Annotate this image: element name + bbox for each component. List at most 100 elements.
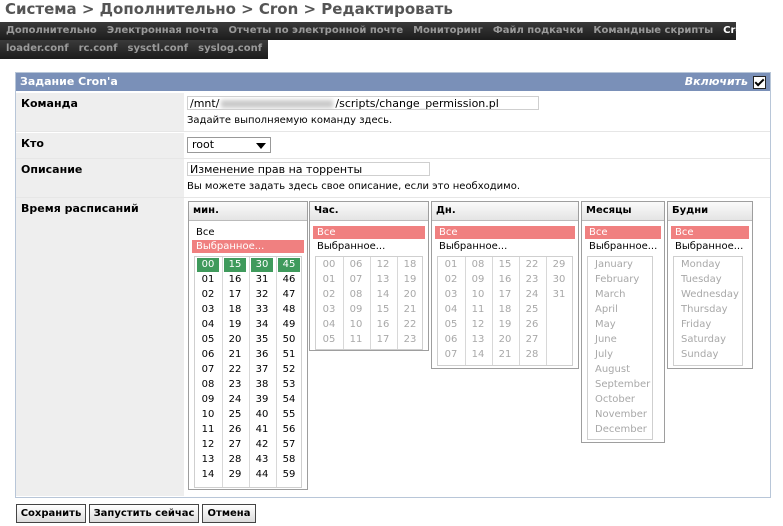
command-input[interactable]: /mnt/ /scripts/change_permission.pl xyxy=(187,96,539,110)
minutes-value-24[interactable]: 24 xyxy=(224,393,246,407)
tab-nav_row1-3[interactable]: Мониторинг xyxy=(407,22,483,40)
minutes-value-58[interactable]: 58 xyxy=(278,453,300,467)
minutes-option-selected[interactable]: Выбранное... xyxy=(192,240,304,253)
minutes-value-31[interactable]: 31 xyxy=(251,273,273,287)
days-value-22[interactable]: 22 xyxy=(521,258,543,272)
minutes-value-08[interactable]: 08 xyxy=(197,378,219,392)
minutes-value-40[interactable]: 40 xyxy=(251,408,273,422)
minutes-value-32[interactable]: 32 xyxy=(251,288,273,302)
minutes-value-30[interactable]: 30 xyxy=(251,258,273,272)
minutes-value-48[interactable]: 48 xyxy=(278,303,300,317)
days-option-selected[interactable]: Выбранное... xyxy=(435,240,575,253)
minutes-value-18[interactable]: 18 xyxy=(224,303,246,317)
who-select[interactable]: root xyxy=(187,137,271,153)
hours-value-15[interactable]: 15 xyxy=(372,303,394,317)
weekdays-item-4[interactable]: Friday xyxy=(674,317,742,332)
hours-value-19[interactable]: 19 xyxy=(399,273,421,287)
hours-value-23[interactable]: 23 xyxy=(399,333,421,347)
months-item-2[interactable]: March xyxy=(588,287,652,302)
days-value-10[interactable]: 10 xyxy=(467,288,489,302)
hours-option-selected[interactable]: Выбранное... xyxy=(313,240,425,253)
minutes-value-57[interactable]: 57 xyxy=(278,438,300,452)
months-option-selected[interactable]: Выбранное... xyxy=(585,240,661,253)
months-item-4[interactable]: May xyxy=(588,317,652,332)
days-value-06[interactable]: 06 xyxy=(440,333,462,347)
days-value-24[interactable]: 24 xyxy=(521,288,543,302)
days-option-all[interactable]: Все xyxy=(435,226,575,239)
days-value-19[interactable]: 19 xyxy=(494,318,516,332)
minutes-value-14[interactable]: 14 xyxy=(197,468,219,482)
days-value-14[interactable]: 14 xyxy=(467,348,489,362)
minutes-value-02[interactable]: 02 xyxy=(197,288,219,302)
tab-nav_row1-5[interactable]: Командные скрипты xyxy=(587,22,713,40)
hours-value-16[interactable]: 16 xyxy=(372,318,394,332)
minutes-value-12[interactable]: 12 xyxy=(197,438,219,452)
minutes-value-41[interactable]: 41 xyxy=(251,423,273,437)
hours-value-21[interactable]: 21 xyxy=(399,303,421,317)
months-item-5[interactable]: June xyxy=(588,332,652,347)
hours-value-03[interactable]: 03 xyxy=(318,303,340,317)
run-now-button[interactable]: Запустить сейчас xyxy=(89,504,199,523)
minutes-value-03[interactable]: 03 xyxy=(197,303,219,317)
description-input[interactable]: Изменение прав на торренты xyxy=(187,162,430,176)
minutes-value-35[interactable]: 35 xyxy=(251,333,273,347)
minutes-value-16[interactable]: 16 xyxy=(224,273,246,287)
days-value-02[interactable]: 02 xyxy=(440,273,462,287)
days-value-16[interactable]: 16 xyxy=(494,273,516,287)
minutes-value-06[interactable]: 06 xyxy=(197,348,219,362)
minutes-value-49[interactable]: 49 xyxy=(278,318,300,332)
minutes-value-46[interactable]: 46 xyxy=(278,273,300,287)
minutes-value-36[interactable]: 36 xyxy=(251,348,273,362)
minutes-value-22[interactable]: 22 xyxy=(224,363,246,377)
days-value-01[interactable]: 01 xyxy=(440,258,462,272)
hours-value-02[interactable]: 02 xyxy=(318,288,340,302)
months-item-8[interactable]: September xyxy=(588,377,652,392)
minutes-value-09[interactable]: 09 xyxy=(197,393,219,407)
months-item-3[interactable]: April xyxy=(588,302,652,317)
minutes-value-34[interactable]: 34 xyxy=(251,318,273,332)
minutes-value-04[interactable]: 04 xyxy=(197,318,219,332)
days-value-15[interactable]: 15 xyxy=(494,258,516,272)
minutes-value-07[interactable]: 07 xyxy=(197,363,219,377)
months-item-9[interactable]: October xyxy=(588,392,652,407)
months-item-1[interactable]: February xyxy=(588,272,652,287)
minutes-value-29[interactable]: 29 xyxy=(224,468,246,482)
hours-value-20[interactable]: 20 xyxy=(399,288,421,302)
weekdays-item-1[interactable]: Tuesday xyxy=(674,272,742,287)
minutes-value-39[interactable]: 39 xyxy=(251,393,273,407)
hours-value-00[interactable]: 00 xyxy=(318,258,340,272)
weekdays-item-3[interactable]: Thursday xyxy=(674,302,742,317)
minutes-value-33[interactable]: 33 xyxy=(251,303,273,317)
days-value-13[interactable]: 13 xyxy=(467,333,489,347)
minutes-value-15[interactable]: 15 xyxy=(224,258,246,272)
hours-value-12[interactable]: 12 xyxy=(372,258,394,272)
hours-value-07[interactable]: 07 xyxy=(345,273,367,287)
tab-nav_row2-0[interactable]: loader.conf xyxy=(0,40,69,58)
minutes-value-54[interactable]: 54 xyxy=(278,393,300,407)
minutes-value-38[interactable]: 38 xyxy=(251,378,273,392)
tab-nav_row2-1[interactable]: rc.conf xyxy=(73,40,118,58)
days-value-30[interactable]: 30 xyxy=(548,273,570,287)
tab-nav_row1-1[interactable]: Электронная почта xyxy=(101,22,219,40)
tab-nav_row1-4[interactable]: Файл подкачки xyxy=(487,22,584,40)
minutes-value-53[interactable]: 53 xyxy=(278,378,300,392)
minutes-value-11[interactable]: 11 xyxy=(197,423,219,437)
save-button[interactable]: Сохранить xyxy=(16,504,86,523)
weekdays-item-2[interactable]: Wednesday xyxy=(674,287,742,302)
days-value-17[interactable]: 17 xyxy=(494,288,516,302)
days-value-04[interactable]: 04 xyxy=(440,303,462,317)
hours-value-08[interactable]: 08 xyxy=(345,288,367,302)
hours-value-04[interactable]: 04 xyxy=(318,318,340,332)
minutes-value-59[interactable]: 59 xyxy=(278,468,300,482)
minutes-value-42[interactable]: 42 xyxy=(251,438,273,452)
hours-value-14[interactable]: 14 xyxy=(372,288,394,302)
weekdays-item-6[interactable]: Sunday xyxy=(674,347,742,362)
minutes-option-all[interactable]: Все xyxy=(192,226,304,239)
minutes-value-50[interactable]: 50 xyxy=(278,333,300,347)
enable-checkbox[interactable] xyxy=(753,76,766,89)
minutes-value-19[interactable]: 19 xyxy=(224,318,246,332)
minutes-value-20[interactable]: 20 xyxy=(224,333,246,347)
minutes-value-52[interactable]: 52 xyxy=(278,363,300,377)
tab-nav_row2-2[interactable]: sysctl.conf xyxy=(122,40,189,58)
days-value-23[interactable]: 23 xyxy=(521,273,543,287)
